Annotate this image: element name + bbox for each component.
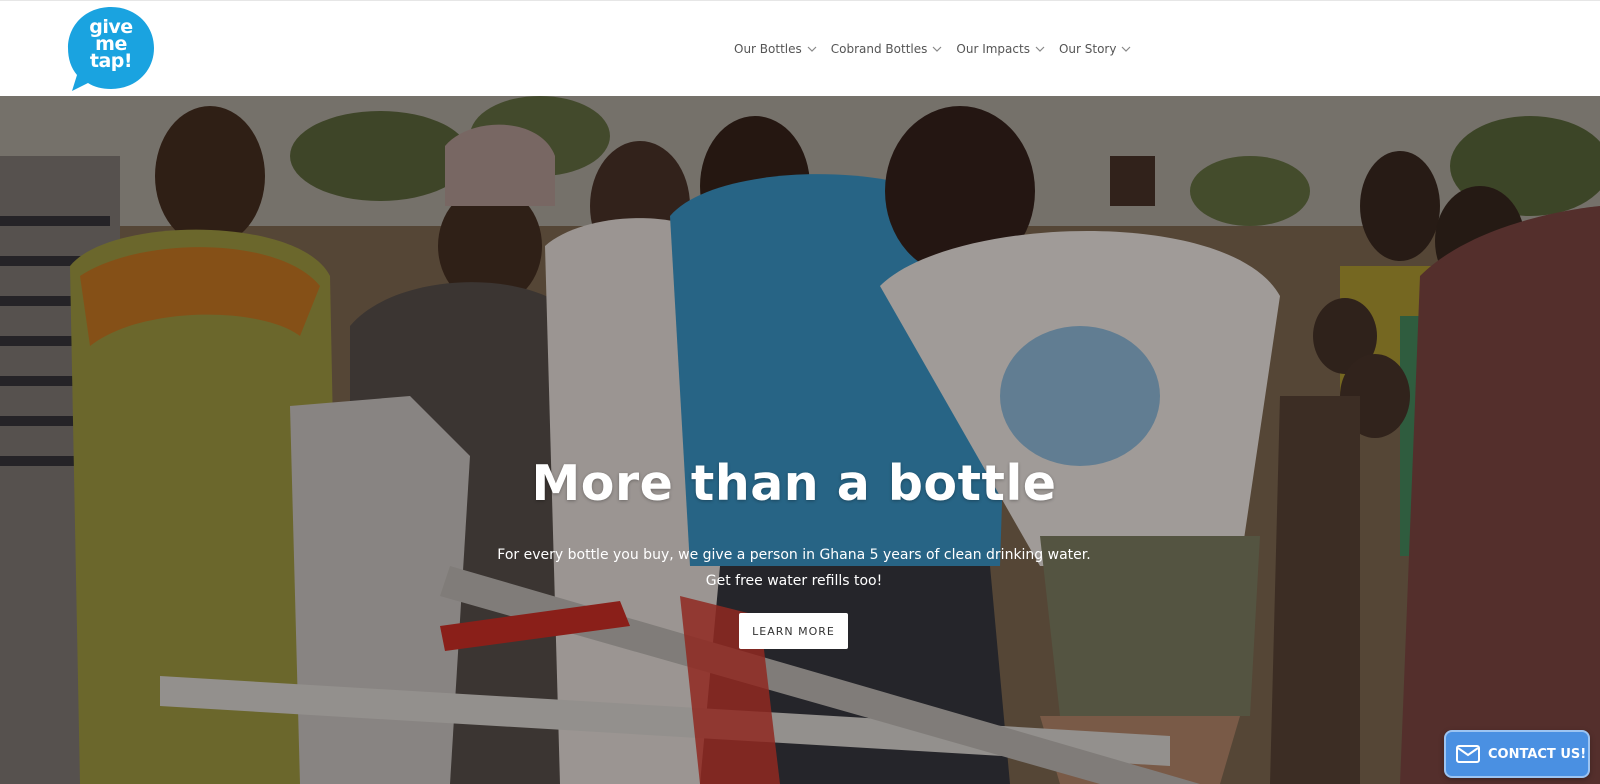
nav-item-our-impacts[interactable]: Our Impacts (956, 42, 1045, 56)
nav-item-our-bottles[interactable]: Our Bottles (734, 42, 817, 56)
chevron-down-icon (1121, 46, 1131, 52)
hero-subtitle: For every bottle you buy, we give a pers… (0, 542, 1588, 594)
chevron-down-icon (932, 46, 942, 52)
nav-item-cobrand-bottles[interactable]: Cobrand Bottles (831, 42, 943, 56)
hero-title: More than a bottle (531, 455, 1057, 512)
main-nav: Our Bottles Cobrand Bottles Our Impacts … (734, 39, 1131, 59)
mail-icon (1456, 745, 1480, 763)
nav-item-our-story[interactable]: Our Story (1059, 42, 1132, 56)
nav-item-label: Cobrand Bottles (830, 42, 928, 56)
nav-item-label: Our Impacts (956, 42, 1030, 56)
learn-more-button[interactable]: LEARN MORE (739, 613, 848, 649)
hero-subtitle-line: For every bottle you buy, we give a pers… (497, 547, 1091, 563)
brand-logo[interactable]: give me tap! (66, 5, 156, 93)
logo-line: tap! (89, 50, 133, 72)
chevron-down-icon (1035, 46, 1045, 52)
site-header: give me tap! Our Bottles Cobrand Bottles… (0, 0, 1600, 96)
hero-subtitle-line: Get free water refills too! (705, 573, 883, 589)
hero-overlay (0, 96, 1600, 784)
hero-section: More than a bottle For every bottle you … (0, 96, 1600, 784)
contact-us-button[interactable]: CONTACT US! (1444, 730, 1590, 778)
nav-item-label: Our Story (1058, 42, 1117, 56)
logo-text: give me tap! (66, 18, 156, 72)
chevron-down-icon (807, 46, 817, 52)
contact-us-label: CONTACT US! (1488, 746, 1587, 762)
nav-item-label: Our Bottles (734, 42, 802, 56)
